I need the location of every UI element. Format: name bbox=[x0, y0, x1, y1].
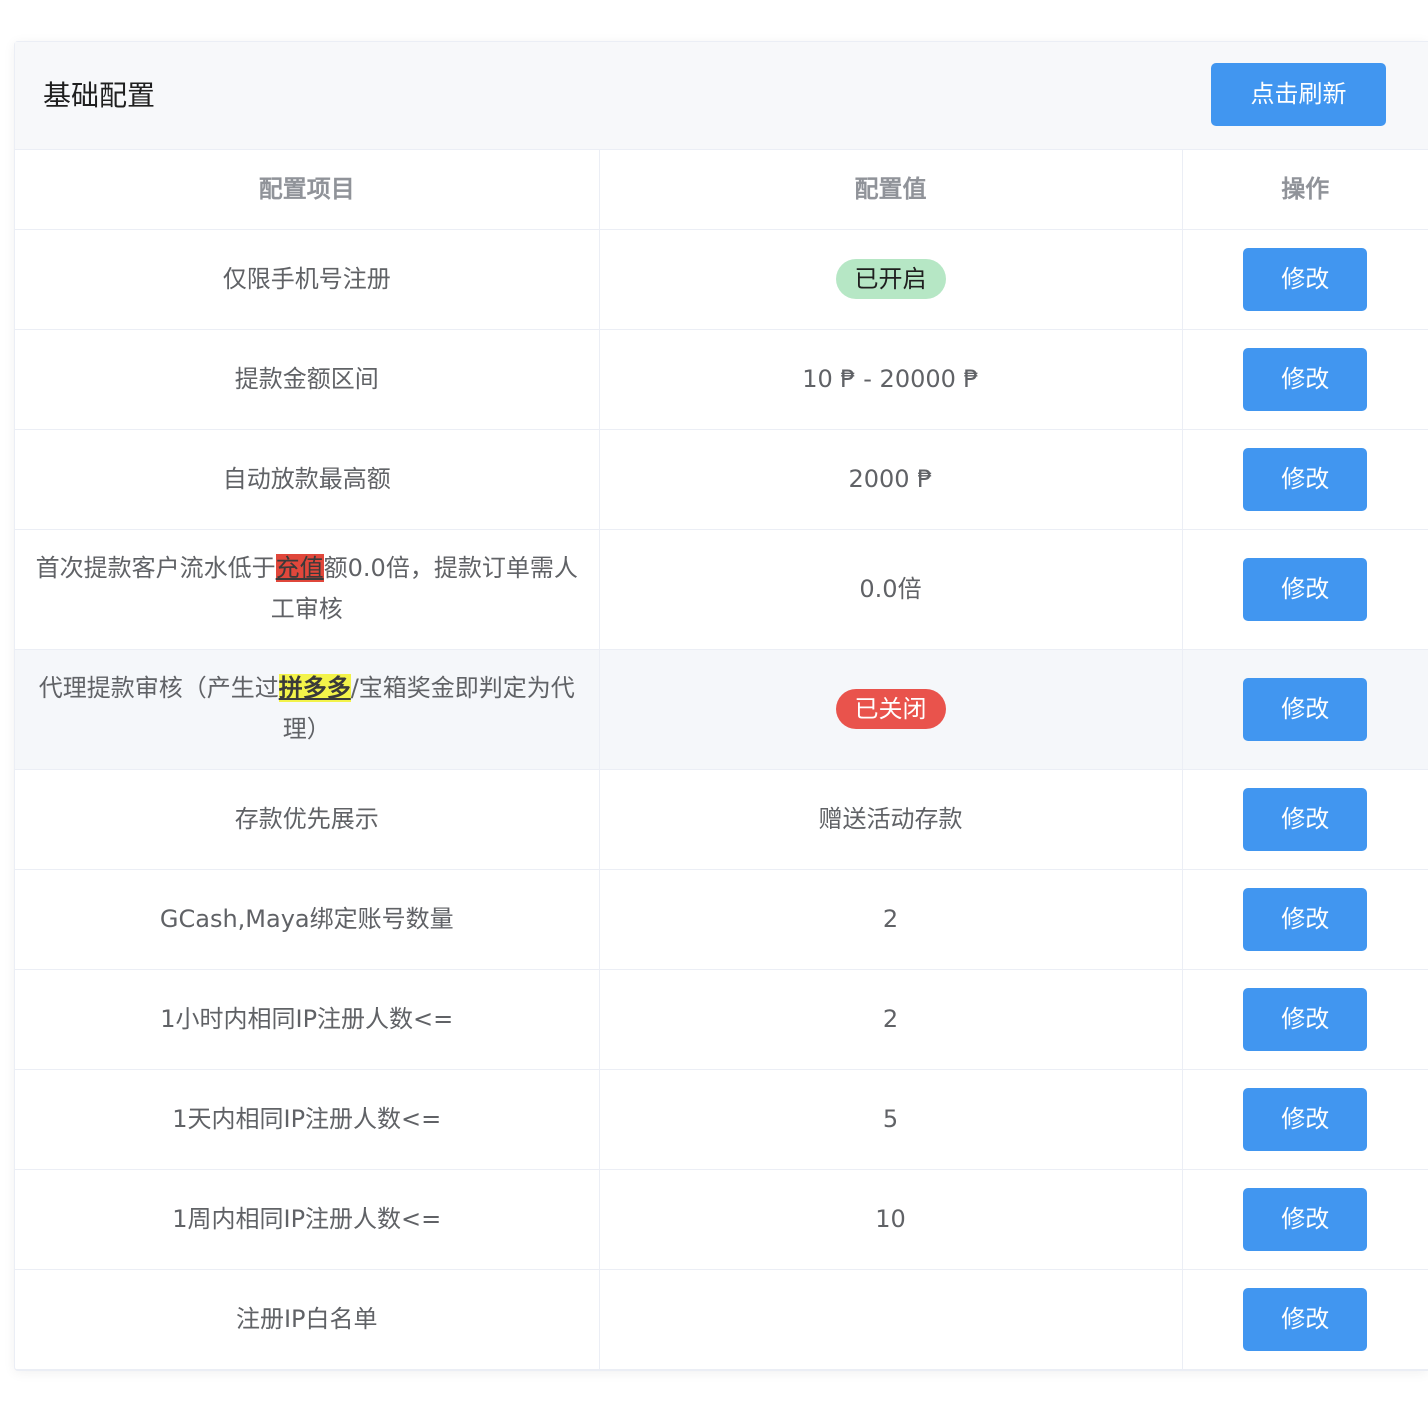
table-row: 1天内相同IP注册人数<= 5 修改 bbox=[15, 1069, 1428, 1170]
config-table: 配置项目 配置值 操作 仅限手机号注册 已开启 修改 提款金额区间 10 ₱ -… bbox=[15, 150, 1428, 1370]
config-item-cell: 1周内相同IP注册人数<= bbox=[15, 1169, 600, 1270]
config-value-cell: 赠送活动存款 bbox=[599, 769, 1183, 870]
status-badge-enabled: 已开启 bbox=[835, 258, 946, 299]
table-row: 仅限手机号注册 已开启 修改 bbox=[15, 229, 1428, 330]
config-value-cell: 已开启 bbox=[599, 229, 1183, 330]
item-text-prefix: 首次提款客户流水低于 bbox=[35, 554, 276, 582]
edit-button[interactable]: 修改 bbox=[1243, 987, 1368, 1051]
edit-button[interactable]: 修改 bbox=[1243, 887, 1368, 951]
config-item-cell: 首次提款客户流水低于充值额0.0倍，提款订单需人工审核 bbox=[15, 529, 600, 650]
action-cell: 修改 bbox=[1182, 229, 1428, 330]
edit-button[interactable]: 修改 bbox=[1243, 677, 1368, 741]
config-item-cell: 代理提款审核（产生过拼多多/宝箱奖金即判定为代理） bbox=[15, 649, 600, 770]
refresh-button[interactable]: 点击刷新 bbox=[1211, 63, 1386, 126]
config-item-cell: 自动放款最高额 bbox=[15, 429, 600, 530]
action-cell: 修改 bbox=[1182, 329, 1428, 430]
status-badge-disabled: 已关闭 bbox=[835, 688, 946, 729]
highlighted-term: 拼多多 bbox=[278, 674, 351, 702]
edit-button[interactable]: 修改 bbox=[1243, 787, 1368, 851]
highlighted-term: 充值 bbox=[275, 554, 324, 582]
action-cell: 修改 bbox=[1182, 1169, 1428, 1270]
table-row: 存款优先展示 赠送活动存款 修改 bbox=[15, 769, 1428, 870]
table-row: 自动放款最高额 2000 ₱ 修改 bbox=[15, 429, 1428, 530]
config-value-cell: 2 bbox=[599, 969, 1183, 1070]
config-value-cell: 10 ₱ - 20000 ₱ bbox=[599, 329, 1183, 430]
item-text-prefix: 代理提款审核（产生过 bbox=[38, 674, 279, 702]
action-cell: 修改 bbox=[1182, 1269, 1428, 1370]
edit-button[interactable]: 修改 bbox=[1243, 1287, 1368, 1351]
action-cell: 修改 bbox=[1182, 529, 1428, 650]
action-cell: 修改 bbox=[1182, 649, 1428, 770]
config-value-cell: 5 bbox=[599, 1069, 1183, 1170]
basic-config-card: 基础配置 点击刷新 配置项目 配置值 操作 仅限手机号注册 已开启 修改 提款金… bbox=[14, 41, 1428, 1371]
config-item-cell: 仅限手机号注册 bbox=[15, 229, 600, 330]
config-item-cell: 提款金额区间 bbox=[15, 329, 600, 430]
table-row: 首次提款客户流水低于充值额0.0倍，提款订单需人工审核 0.0倍 修改 bbox=[15, 529, 1428, 650]
action-cell: 修改 bbox=[1182, 769, 1428, 870]
edit-button[interactable]: 修改 bbox=[1243, 347, 1368, 411]
config-value-cell: 0.0倍 bbox=[599, 529, 1183, 650]
table-row: GCash,Maya绑定账号数量 2 修改 bbox=[15, 869, 1428, 970]
action-cell: 修改 bbox=[1182, 1069, 1428, 1170]
header-config-value: 配置值 bbox=[599, 150, 1183, 230]
config-value-cell bbox=[599, 1269, 1183, 1370]
table-row: 1小时内相同IP注册人数<= 2 修改 bbox=[15, 969, 1428, 1070]
card-title: 基础配置 bbox=[43, 79, 156, 112]
table-row: 提款金额区间 10 ₱ - 20000 ₱ 修改 bbox=[15, 329, 1428, 430]
config-value-cell: 2000 ₱ bbox=[599, 429, 1183, 530]
action-cell: 修改 bbox=[1182, 969, 1428, 1070]
table-row: 1周内相同IP注册人数<= 10 修改 bbox=[15, 1169, 1428, 1270]
config-item-cell: 1天内相同IP注册人数<= bbox=[15, 1069, 600, 1170]
config-value-cell: 2 bbox=[599, 869, 1183, 970]
edit-button[interactable]: 修改 bbox=[1243, 557, 1368, 621]
header-actions: 操作 bbox=[1182, 150, 1428, 230]
table-header-row: 配置项目 配置值 操作 bbox=[15, 150, 1428, 230]
config-value-cell: 已关闭 bbox=[599, 649, 1183, 770]
config-item-cell: 存款优先展示 bbox=[15, 769, 600, 870]
edit-button[interactable]: 修改 bbox=[1243, 1187, 1368, 1251]
config-item-cell: 注册IP白名单 bbox=[15, 1269, 600, 1370]
edit-button[interactable]: 修改 bbox=[1243, 1087, 1368, 1151]
edit-button[interactable]: 修改 bbox=[1243, 447, 1368, 511]
config-item-cell: GCash,Maya绑定账号数量 bbox=[15, 869, 600, 970]
action-cell: 修改 bbox=[1182, 869, 1428, 970]
config-value-cell: 10 bbox=[599, 1169, 1183, 1270]
edit-button[interactable]: 修改 bbox=[1243, 247, 1368, 311]
card-header: 基础配置 点击刷新 bbox=[15, 42, 1428, 150]
action-cell: 修改 bbox=[1182, 429, 1428, 530]
table-row: 注册IP白名单 修改 bbox=[15, 1269, 1428, 1370]
header-config-item: 配置项目 bbox=[15, 150, 600, 230]
config-item-cell: 1小时内相同IP注册人数<= bbox=[15, 969, 600, 1070]
table-row: 代理提款审核（产生过拼多多/宝箱奖金即判定为代理） 已关闭 修改 bbox=[15, 649, 1428, 770]
